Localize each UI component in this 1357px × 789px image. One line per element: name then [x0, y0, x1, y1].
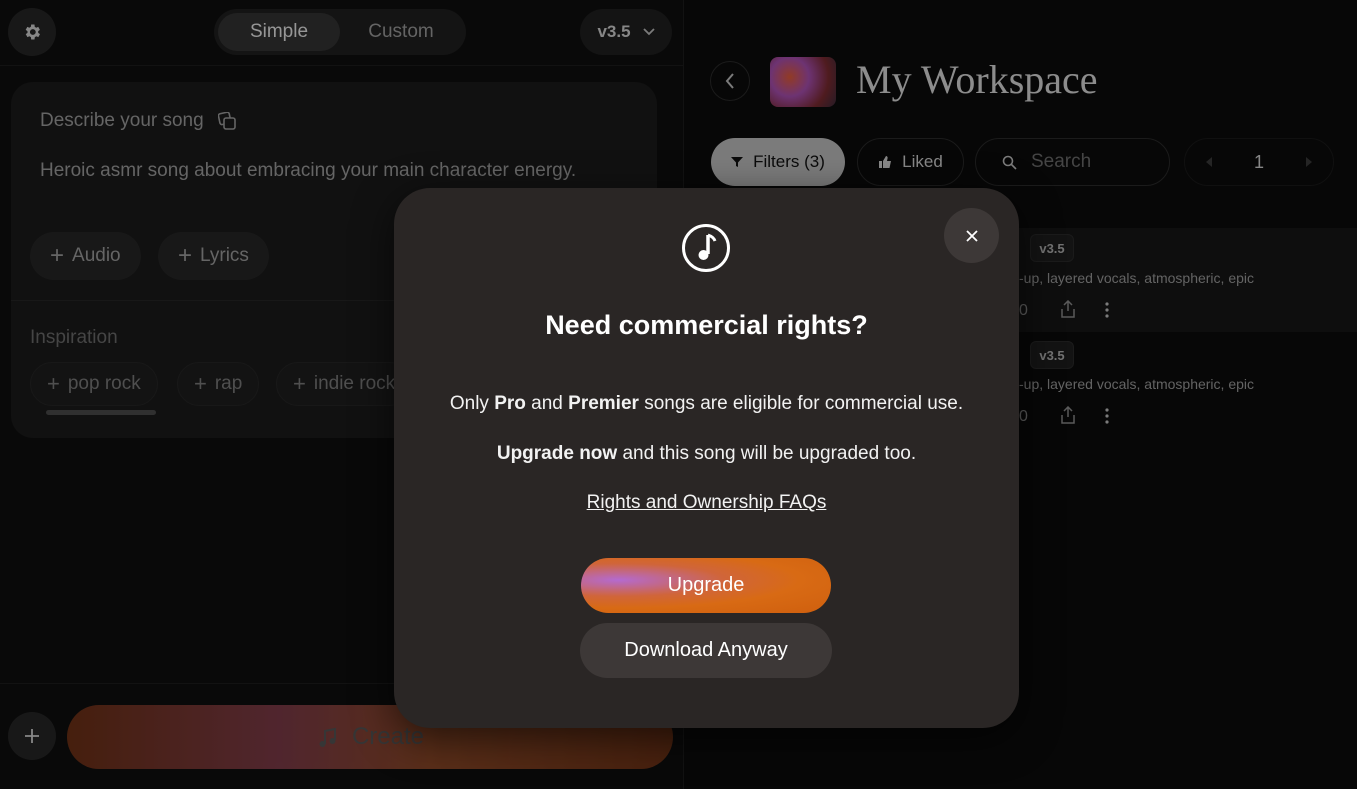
- commercial-rights-modal: Need commercial rights? Only Pro and Pre…: [394, 188, 1019, 728]
- text-pro: Pro: [494, 393, 526, 414]
- modal-title: Need commercial rights?: [545, 310, 868, 340]
- modal-upgrade-text: Upgrade now and this song will be upgrad…: [394, 443, 1019, 465]
- music-note-icon: [682, 224, 730, 272]
- modal-eligibility-text: Only Pro and Premier songs are eligible …: [394, 393, 1019, 415]
- text-segment: songs are eligible for commercial use.: [638, 393, 964, 414]
- upgrade-button[interactable]: Upgrade: [581, 558, 831, 613]
- text-upgrade-now: Upgrade now: [496, 443, 618, 464]
- download-anyway-button[interactable]: Download Anyway: [580, 623, 832, 678]
- close-button[interactable]: [944, 208, 999, 263]
- text-segment: and: [525, 393, 569, 414]
- app-root: Simple Custom v3.5 Describe your song He…: [0, 0, 1357, 789]
- text-segment: and this song will be upgraded too.: [617, 443, 917, 464]
- close-icon: [965, 229, 978, 242]
- faq-link[interactable]: Rights and Ownership FAQs: [394, 492, 1019, 514]
- text-premier: Premier: [568, 393, 639, 414]
- text-segment: Only: [449, 393, 495, 414]
